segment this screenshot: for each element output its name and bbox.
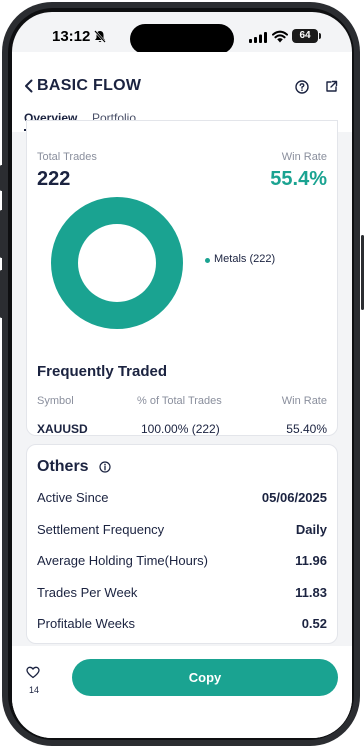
total-trades-value: 222 <box>37 168 71 190</box>
silent-bell-icon <box>94 30 106 43</box>
others-title: Others <box>37 458 89 475</box>
bottom-action-bar: 14 Copy <box>12 646 352 738</box>
settlement-frequency-label: Settlement Frequency <box>37 522 165 537</box>
profitable-weeks-label: Profitable Weeks <box>37 616 136 631</box>
heart-icon[interactable] <box>26 666 40 679</box>
help-icon[interactable] <box>295 80 309 94</box>
legend-metals: Metals (222) <box>214 253 276 265</box>
wifi-icon <box>272 30 288 43</box>
col-win-rate: Win Rate <box>281 395 327 407</box>
phone-side-button <box>0 270 3 318</box>
trades-per-week-label: Trades Per Week <box>37 585 138 600</box>
col-symbol: Symbol <box>37 395 74 407</box>
phone-side-button <box>0 165 3 191</box>
phone-side-button <box>0 210 3 258</box>
row-pct: 100.00% (222) <box>141 422 220 436</box>
settlement-frequency-value: Daily <box>295 522 327 537</box>
battery-level: 64 <box>299 30 311 41</box>
copy-button[interactable]: Copy <box>72 659 338 696</box>
trades-donut-chart <box>51 197 183 329</box>
back-chevron-icon[interactable] <box>24 79 33 93</box>
donut-slice <box>51 197 183 329</box>
win-rate-value: 55.4% <box>270 168 327 190</box>
frequently-traded-title: Frequently Traded <box>37 363 168 380</box>
avg-holding-time-value: 11.96 <box>295 553 327 568</box>
total-trades-label: Total Trades <box>37 151 97 163</box>
cellular-signal-icon <box>249 32 267 43</box>
dynamic-island <box>130 24 234 54</box>
row-symbol: XAUUSD <box>37 422 88 436</box>
app-screen: 13:12 64 BASIC FLOW Overview Portfolio T… <box>12 12 352 738</box>
trades-per-week-value: 11.83 <box>295 585 327 600</box>
status-time: 13:12 <box>52 28 91 45</box>
row-win-rate: 55.40% <box>286 422 327 436</box>
legend-marker <box>205 258 210 263</box>
others-card: Others Active Since 05/06/2025 Settlemen… <box>26 444 338 644</box>
col-pct-total-trades: % of Total Trades <box>137 395 222 407</box>
like-count: 14 <box>28 685 39 695</box>
profitable-weeks-value: 0.52 <box>301 616 327 631</box>
share-external-icon[interactable] <box>325 80 338 93</box>
active-since-label: Active Since <box>37 490 109 505</box>
battery-indicator: 64 <box>292 29 318 43</box>
avg-holding-time-label: Average Holding Time(Hours) <box>37 553 208 568</box>
battery-cap <box>319 33 321 39</box>
info-icon[interactable] <box>99 461 111 473</box>
page-title: BASIC FLOW <box>37 77 142 94</box>
active-since-value: 05/06/2025 <box>261 490 327 505</box>
win-rate-label: Win Rate <box>281 151 327 163</box>
overview-card: Total Trades 222 Win Rate 55.4% Metals (… <box>26 120 338 436</box>
